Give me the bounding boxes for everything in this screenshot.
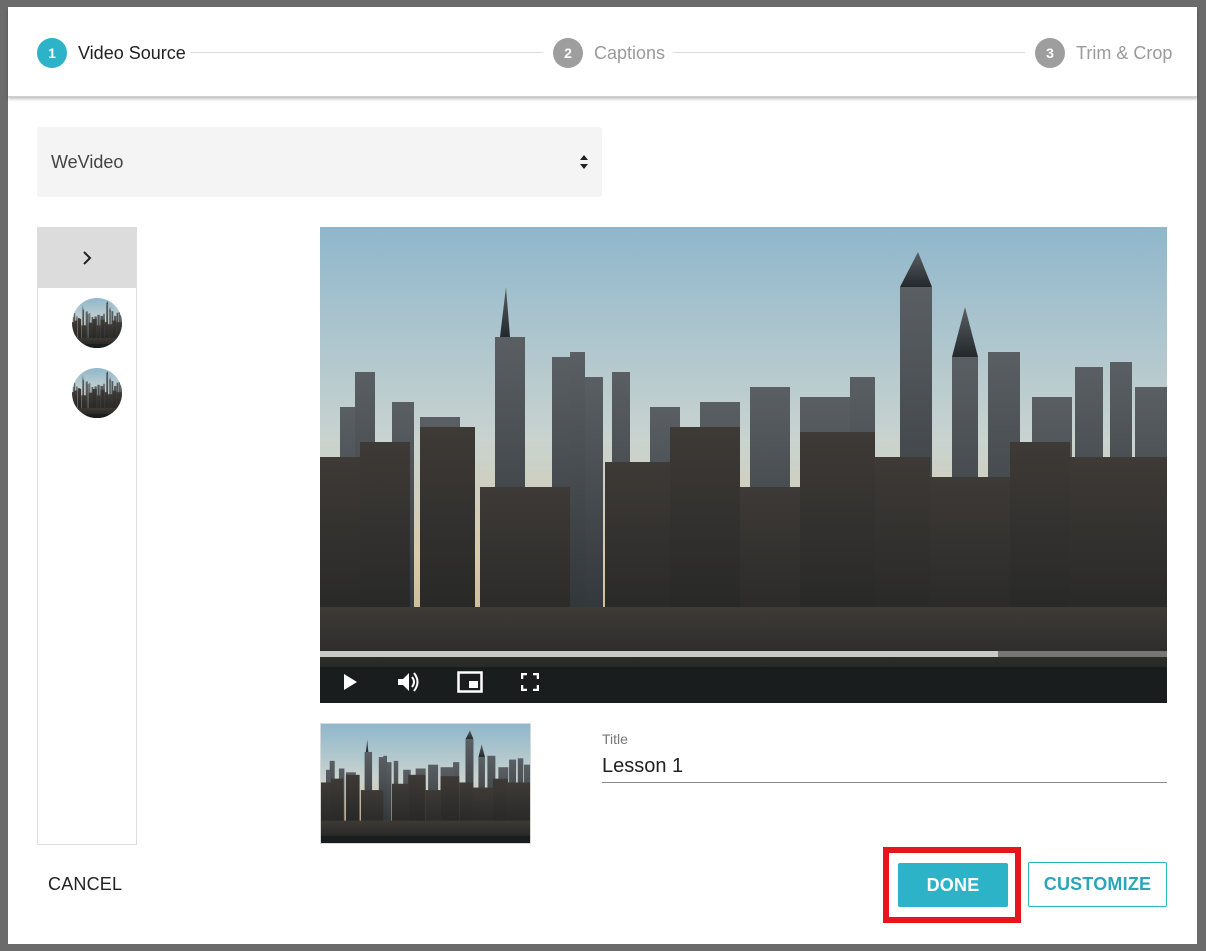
picture-in-picture-button[interactable] bbox=[455, 667, 485, 697]
fullscreen-button[interactable] bbox=[515, 667, 545, 697]
video-frame bbox=[320, 227, 1167, 703]
step-label: Captions bbox=[594, 42, 666, 63]
video-source-select[interactable]: WeVideo bbox=[37, 127, 602, 197]
step-video-source[interactable]: 1 Video Source bbox=[37, 38, 186, 68]
video-thumbnail-preview[interactable] bbox=[320, 723, 531, 844]
play-button[interactable] bbox=[335, 667, 365, 697]
stepper: 1 Video Source 2 Captions 3 Trim & Crop bbox=[8, 7, 1197, 97]
video-thumbnail-avatar[interactable] bbox=[72, 298, 122, 348]
video-thumbnail-avatar[interactable] bbox=[72, 368, 122, 418]
volume-icon bbox=[398, 672, 419, 692]
title-label: Title bbox=[602, 731, 628, 747]
step-number: 1 bbox=[37, 38, 67, 68]
step-number: 3 bbox=[1035, 38, 1065, 68]
step-number: 2 bbox=[553, 38, 583, 68]
video-dialog: 1 Video Source 2 Captions 3 Trim & Crop … bbox=[8, 7, 1197, 944]
chevron-right-icon bbox=[83, 251, 92, 265]
title-input[interactable] bbox=[602, 751, 1167, 783]
select-arrows-icon bbox=[580, 155, 588, 169]
player-controls bbox=[320, 663, 1167, 703]
customize-button[interactable]: CUSTOMIZE bbox=[1028, 862, 1167, 907]
step-connector bbox=[673, 52, 1025, 53]
picture-in-picture-icon bbox=[457, 671, 483, 693]
step-connector bbox=[191, 52, 543, 53]
source-select-value: WeVideo bbox=[51, 151, 124, 172]
step-trim-crop[interactable]: 3 Trim & Crop bbox=[1035, 38, 1172, 68]
title-field: Title bbox=[602, 729, 1167, 784]
step-label: Trim & Crop bbox=[1076, 42, 1173, 63]
video-progress-fill bbox=[320, 651, 998, 657]
cancel-button[interactable]: CANCEL bbox=[48, 869, 122, 899]
step-captions[interactable]: 2 Captions bbox=[553, 38, 665, 68]
video-progress-bar[interactable] bbox=[320, 651, 1167, 657]
volume-button[interactable] bbox=[394, 667, 424, 697]
fullscreen-icon bbox=[521, 673, 539, 691]
video-player[interactable] bbox=[320, 227, 1167, 703]
done-button[interactable]: DONE bbox=[898, 863, 1008, 907]
video-list-panel bbox=[37, 227, 137, 845]
play-icon bbox=[344, 674, 357, 690]
expand-panel-button[interactable] bbox=[38, 228, 136, 288]
step-label: Video Source bbox=[78, 42, 186, 63]
